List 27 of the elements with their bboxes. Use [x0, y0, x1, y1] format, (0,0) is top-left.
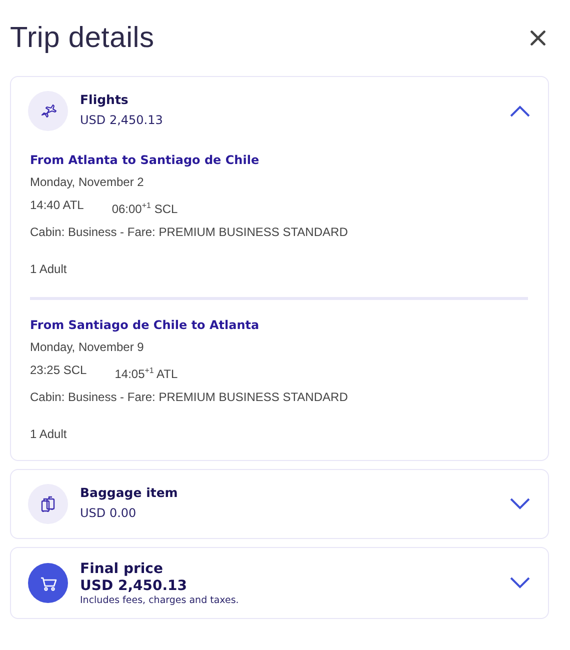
section-title: Final price — [80, 560, 164, 578]
expand-button[interactable] — [510, 498, 530, 510]
cabin-fare: Cabin: Business - Fare: PREMIUM BUSINESS STANDARD — [30, 389, 348, 406]
price-note: Includes fees, charges and taxes. — [80, 595, 240, 606]
expand-button[interactable] — [510, 577, 530, 589]
passenger-count: 1 Adult — [30, 261, 67, 278]
arrival-time: 06:00$^{+1}$ SCL — [112, 200, 178, 218]
departure-time: 23:25 SCL — [30, 362, 87, 379]
route-title: From Santiago de Chile to Atlanta — [30, 317, 260, 334]
airplane-icon — [28, 91, 68, 131]
route-title: From Atlanta to Santiago de Chile — [30, 152, 260, 169]
section-price: USD 2,450.13 — [80, 112, 164, 129]
cart-icon — [28, 563, 68, 603]
departure-time: 14:40 ATL — [30, 197, 84, 214]
section-title: Flights — [80, 91, 130, 109]
flight-date: Monday, November 9 — [30, 339, 144, 356]
luggage-icon — [28, 484, 68, 524]
flight-date: Monday, November 2 — [30, 174, 144, 191]
section-price: USD 0.00 — [80, 505, 138, 522]
passenger-count: 1 Adult — [30, 426, 67, 443]
arrival-time: 14:05$^{+1}$ ATL — [114, 365, 178, 383]
close-button[interactable] — [529, 29, 547, 47]
cabin-fare: Cabin: Business - Fare: PREMIUM BUSINESS STANDARD — [30, 224, 348, 241]
section-title: Baggage item — [80, 484, 179, 502]
page-title: Trip details — [10, 22, 154, 54]
section-price: USD 2,450.13 — [80, 578, 188, 595]
collapse-button[interactable] — [510, 105, 530, 117]
